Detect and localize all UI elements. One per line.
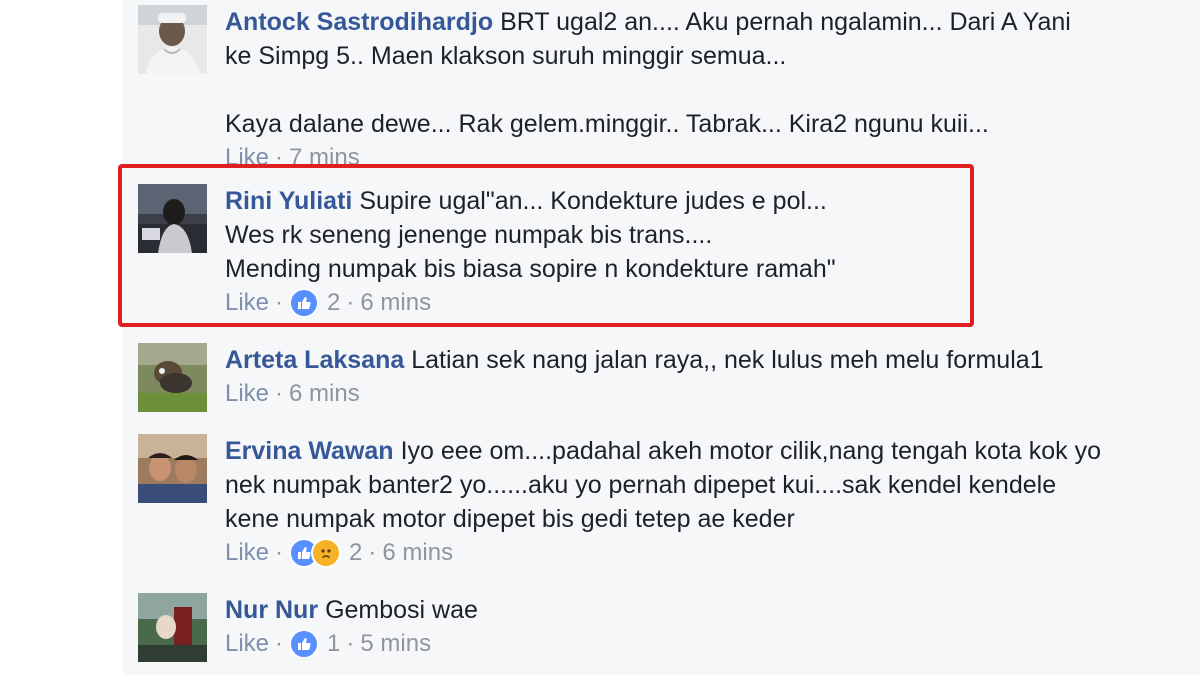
reaction-count[interactable]: 1 <box>327 627 340 661</box>
like-button[interactable]: Like <box>225 377 269 411</box>
sad-icon <box>311 538 342 568</box>
reactions[interactable] <box>289 629 320 659</box>
separator-dot: · <box>275 539 284 566</box>
avatar[interactable] <box>138 343 207 412</box>
comment-timestamp[interactable]: 6 mins <box>289 377 360 411</box>
avatar-image <box>138 434 207 503</box>
like-icon <box>289 629 320 659</box>
comment-text: kene numpak motor dipepet bis gedi tetep… <box>225 505 795 533</box>
comment-text <box>225 73 1185 107</box>
comment-text: ke Simpg 5.. Maen klakson suruh minggir … <box>225 42 787 70</box>
comment-timestamp[interactable]: 6 mins <box>382 536 453 570</box>
avatar[interactable] <box>138 434 207 503</box>
avatar-image <box>138 343 207 412</box>
comment-meta: Like · 6 mins <box>225 377 1185 411</box>
comment-text: Latian sek nang jalan raya,, nek lulus m… <box>411 346 1044 374</box>
comment-text: Iyo eee om....padahal akeh motor cilik,n… <box>400 437 1102 465</box>
comment-author[interactable]: Arteta Laksana <box>225 346 404 374</box>
comment-text: Kaya dalane dewe... Rak gelem.minggir.. … <box>225 110 989 138</box>
reaction-count[interactable]: 2 <box>349 536 362 570</box>
separator-dot: · <box>368 539 377 566</box>
comment-text: Gembosi wae <box>325 596 478 624</box>
like-button[interactable]: Like <box>225 536 269 570</box>
separator-dot: · <box>346 630 355 657</box>
comment-text: nek numpak banter2 yo......aku yo pernah… <box>225 471 1057 499</box>
avatar-image <box>138 593 207 662</box>
like-button[interactable]: Like <box>225 627 269 661</box>
comment-text: BRT ugal2 an.... Aku pernah ngalamin... … <box>500 8 1071 36</box>
comment-timestamp[interactable]: 5 mins <box>360 627 431 661</box>
avatar[interactable] <box>138 5 207 74</box>
avatar-image <box>138 5 207 74</box>
comment-author[interactable]: Antock Sastrodihardjo <box>225 8 493 36</box>
reactions[interactable] <box>289 538 342 568</box>
separator-dot: · <box>275 380 284 407</box>
comment-meta: Like · 2 · 6 mins <box>225 536 1185 570</box>
comment-meta: Like · 1 · 5 mins <box>225 627 1185 661</box>
comment-author[interactable]: Ervina Wawan <box>225 437 394 465</box>
avatar[interactable] <box>138 593 207 662</box>
highlight-box <box>118 164 974 327</box>
separator-dot: · <box>275 630 284 657</box>
comment-author[interactable]: Nur Nur <box>225 596 318 624</box>
